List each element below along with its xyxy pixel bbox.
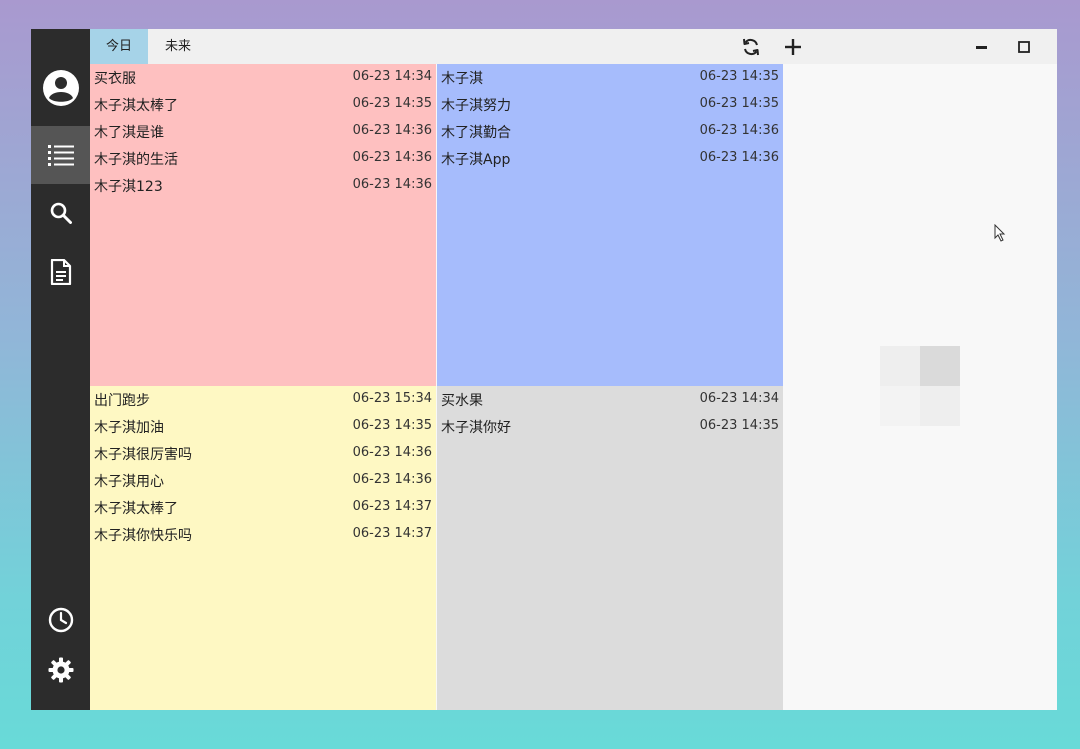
item-title: 木子淇努力 [441, 98, 511, 114]
settings-icon [48, 657, 73, 683]
app-window: 今日 未来 买衣服 06-23 14:34 木子淇太棒了 06-23 14:35… [31, 29, 1057, 710]
sidebar [31, 29, 90, 710]
item-time: 06-23 14:36 [352, 150, 432, 165]
item-time: 06-23 14:35 [699, 96, 779, 111]
item-title: 木子淇你好 [441, 420, 511, 436]
item-title: 木子淇 [441, 71, 483, 87]
item-time: 06-23 14:37 [352, 499, 432, 514]
list-item[interactable]: 木子淇你好 06-23 14:35 [437, 413, 783, 440]
item-time: 06-23 14:36 [352, 177, 432, 192]
tab-today[interactable]: 今日 [90, 29, 148, 64]
document-icon [50, 259, 71, 285]
cursor-icon [994, 224, 1006, 242]
account-button[interactable] [31, 59, 90, 117]
minimize-icon [976, 45, 987, 49]
sync-button[interactable] [734, 29, 768, 64]
sidebar-item-search[interactable] [31, 184, 90, 242]
item-time: 06-23 14:36 [699, 123, 779, 138]
maximize-icon [1018, 40, 1030, 53]
list-item[interactable]: 木子淇你快乐吗 06-23 14:37 [90, 521, 436, 548]
plus-icon [785, 38, 801, 55]
item-time: 06-23 14:37 [352, 526, 432, 541]
list-item[interactable]: 木子淇123 06-23 14:36 [90, 172, 436, 199]
list-item[interactable]: 木子淇 06-23 14:35 [437, 64, 783, 91]
search-icon [50, 202, 72, 224]
item-time: 06-23 14:35 [699, 69, 779, 84]
maximize-button[interactable] [1007, 29, 1041, 64]
placeholder-image [880, 346, 960, 426]
item-time: 06-23 14:36 [352, 123, 432, 138]
item-time: 06-23 14:35 [352, 96, 432, 111]
list-item[interactable]: 买水果 06-23 14:34 [437, 386, 783, 413]
close-button[interactable] [1049, 29, 1057, 64]
list-item[interactable]: 木子淇努力 06-23 14:35 [437, 91, 783, 118]
list-item[interactable]: 木了淇勤合 06-23 14:36 [437, 118, 783, 145]
item-time: 06-23 14:36 [352, 472, 432, 487]
item-time: 06-23 14:35 [352, 418, 432, 433]
list-item[interactable]: 木子淇的生活 06-23 14:36 [90, 145, 436, 172]
list-item[interactable]: 木子淇太棒了 06-23 14:37 [90, 494, 436, 521]
list-item[interactable]: 木了淇是谁 06-23 14:36 [90, 118, 436, 145]
sidebar-item-settings[interactable] [31, 641, 90, 699]
item-title: 木子淇你快乐吗 [94, 528, 192, 544]
list-item[interactable]: 出门跑步 06-23 15:34 [90, 386, 436, 413]
list-item[interactable]: 买衣服 06-23 14:34 [90, 64, 436, 91]
item-time: 06-23 14:34 [699, 391, 779, 406]
item-title: 木了淇是谁 [94, 125, 164, 141]
item-title: 买衣服 [94, 71, 136, 87]
sync-icon [743, 38, 759, 55]
list-icon [47, 145, 74, 166]
list-item[interactable]: 木子淇App 06-23 14:36 [437, 145, 783, 172]
item-time: 06-23 15:34 [352, 391, 432, 406]
quadrant-top-left: 买衣服 06-23 14:34 木子淇太棒了 06-23 14:35 木了淇是谁 06-2… [90, 64, 436, 386]
item-time: 06-23 14:36 [699, 150, 779, 165]
item-time: 06-23 14:35 [699, 418, 779, 433]
list-item[interactable]: 木子淇太棒了 06-23 14:35 [90, 91, 436, 118]
list-item[interactable]: 木子淇加油 06-23 14:35 [90, 413, 436, 440]
item-title: 木子淇的生活 [94, 152, 178, 168]
item-title: 木子淇123 [94, 179, 163, 195]
sidebar-item-list[interactable] [31, 126, 90, 184]
add-button[interactable] [776, 29, 810, 64]
item-time: 06-23 14:34 [352, 69, 432, 84]
account-icon [42, 70, 79, 106]
sidebar-item-document[interactable] [31, 243, 90, 301]
item-title: 木子淇用心 [94, 474, 164, 490]
item-title: 木了淇勤合 [441, 125, 511, 141]
quadrant-top-right: 木子淇 06-23 14:35 木子淇努力 06-23 14:35 木了淇勤合 06-23… [437, 64, 783, 386]
item-title: 出门跑步 [94, 393, 150, 409]
item-title: 买水果 [441, 393, 483, 409]
item-title: 木子淇太棒了 [94, 501, 178, 517]
tab-future[interactable]: 未来 [148, 29, 208, 64]
item-title: 木子淇很厉害吗 [94, 447, 192, 463]
item-title: 木子淇加油 [94, 420, 164, 436]
clock-icon [48, 607, 73, 633]
title-bar: 今日 未来 [90, 29, 1057, 64]
item-time: 06-23 14:36 [352, 445, 432, 460]
list-item[interactable]: 木子淇很厉害吗 06-23 14:36 [90, 440, 436, 467]
minimize-button[interactable] [965, 29, 999, 64]
item-title: 木子淇App [441, 152, 511, 168]
quadrant-bottom-right: 买水果 06-23 14:34 木子淇你好 06-23 14:35 [437, 386, 783, 710]
quadrant-bottom-left: 出门跑步 06-23 15:34 木子淇加油 06-23 14:35 木子淇很厉害吗 06… [90, 386, 436, 710]
list-item[interactable]: 木子淇用心 06-23 14:36 [90, 467, 436, 494]
item-title: 木子淇太棒了 [94, 98, 178, 114]
